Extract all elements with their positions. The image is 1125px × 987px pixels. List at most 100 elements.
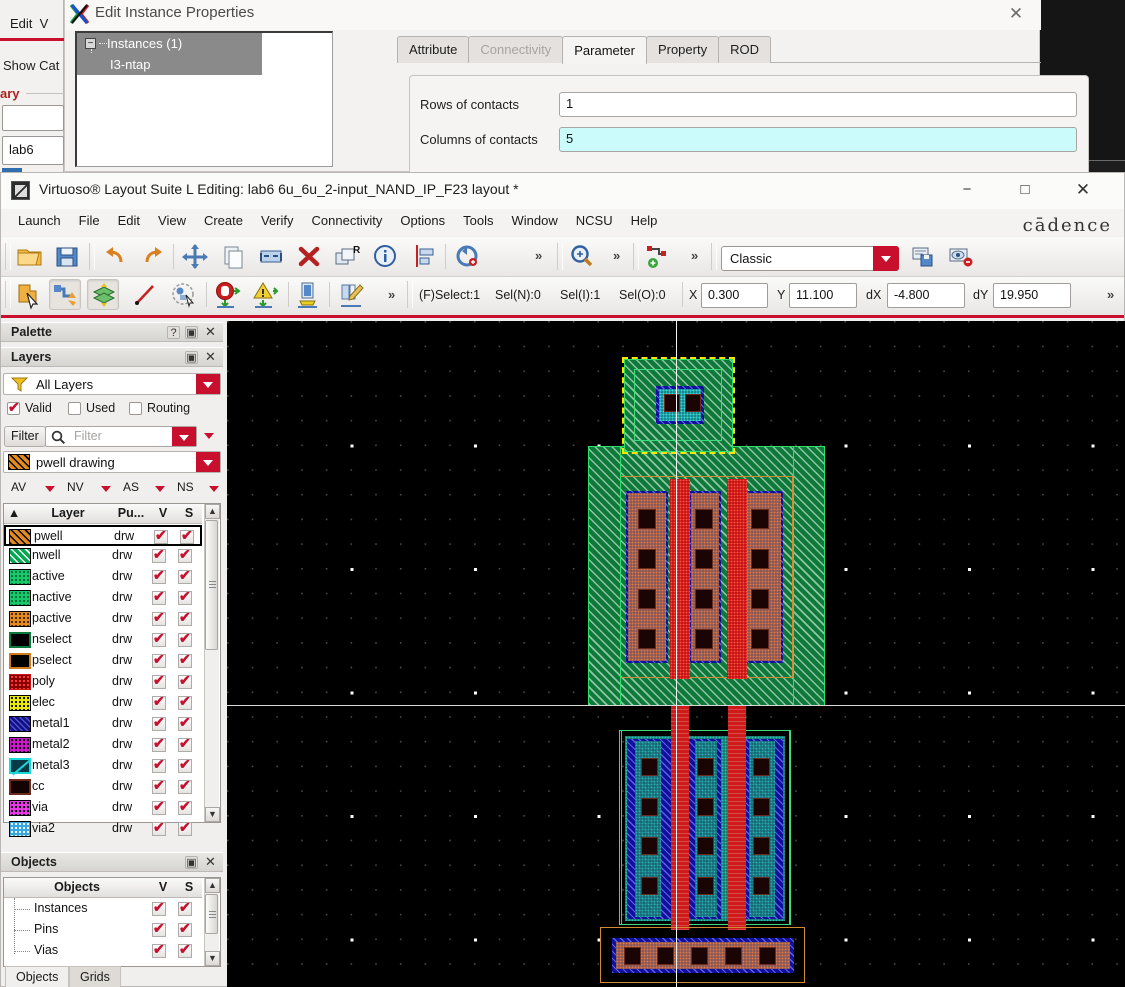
objects-col-v[interactable]: V (150, 878, 176, 898)
layer-s-checkbox[interactable] (178, 798, 192, 815)
layers-col-s[interactable]: S (176, 504, 202, 524)
instances-tree[interactable]: Instances (1) − I3-ntap (75, 31, 333, 167)
close-button[interactable]: ✕ (1060, 173, 1106, 207)
layer-v-checkbox[interactable] (152, 693, 166, 710)
palette-undock-icon[interactable]: ▣ (185, 326, 198, 339)
valid-checkbox[interactable] (7, 399, 20, 416)
sort-av-dropdown-icon[interactable] (45, 486, 55, 492)
layer-s-checkbox[interactable] (178, 714, 192, 731)
layers-col-v[interactable]: V (150, 504, 176, 524)
object-v-checkbox[interactable] (152, 899, 166, 916)
table-row[interactable]: metal1 drw (4, 714, 202, 735)
objects-table[interactable]: Objects V S Instances Pins Vias (3, 877, 221, 967)
layers-close-icon[interactable]: ✕ (204, 350, 217, 364)
toolbar-overflow-1[interactable]: » (535, 248, 542, 263)
coord-x-input[interactable]: 0.300 (701, 283, 768, 308)
warning-hierarchy-icon[interactable] (249, 279, 281, 310)
layers-scrollbar[interactable]: ▲ ▼ (204, 504, 220, 822)
layer-s-checkbox[interactable] (178, 756, 192, 773)
sort-as-label[interactable]: AS (123, 480, 139, 494)
toolbar-grip-1[interactable] (5, 243, 11, 270)
object-v-checkbox[interactable] (152, 920, 166, 937)
layer-s-checkbox[interactable] (180, 527, 194, 544)
objects-col-s[interactable]: S (176, 878, 202, 898)
stretch-icon[interactable] (255, 241, 287, 272)
layers-scroll-up-icon[interactable]: ▲ (205, 504, 220, 519)
coord-y-input[interactable]: 11.100 (789, 283, 857, 308)
toolbar-grip-2[interactable] (89, 243, 95, 270)
align-icon[interactable] (407, 241, 439, 272)
sort-av-label[interactable]: AV (11, 480, 26, 494)
layers-col-layer[interactable]: Layer (24, 504, 112, 524)
table-row[interactable]: cc drw (4, 777, 202, 798)
partial-select-icon[interactable] (49, 279, 81, 310)
layer-s-checkbox[interactable] (178, 546, 192, 563)
menu-tools[interactable]: Tools (454, 209, 502, 236)
objects-scrollbar[interactable]: ▲ ▼ (204, 878, 220, 966)
table-row[interactable]: nactive drw (4, 588, 202, 609)
layer-v-checkbox[interactable] (152, 714, 166, 731)
current-layer-dropdown-icon[interactable] (196, 452, 220, 472)
copy-icon[interactable] (217, 241, 249, 272)
open-folder-icon[interactable] (13, 241, 45, 272)
menu-launch[interactable]: Launch (9, 209, 70, 236)
layers-undock-icon[interactable]: ▣ (185, 351, 198, 364)
bg-menu-view[interactable]: V (40, 16, 49, 31)
toolbar-grip-5[interactable] (711, 243, 717, 270)
all-layers-combo[interactable]: All Layers (3, 373, 221, 395)
bg-field-empty[interactable] (2, 105, 64, 131)
descend-icon[interactable] (291, 279, 323, 310)
menu-edit[interactable]: Edit (109, 209, 149, 236)
menu-help[interactable]: Help (622, 209, 667, 236)
properties-info-icon[interactable] (369, 241, 401, 272)
create-instance-icon[interactable] (641, 241, 673, 272)
layer-v-checkbox[interactable] (152, 567, 166, 584)
toolbar-overflow-3[interactable]: » (691, 248, 698, 263)
object-s-checkbox[interactable] (178, 899, 192, 916)
layers-sort-arrow-icon[interactable]: ▲ (4, 504, 24, 524)
objects-col-objects[interactable]: Objects (4, 878, 150, 898)
objects-scroll-down-icon[interactable]: ▼ (205, 951, 220, 966)
table-row[interactable]: via drw (4, 798, 202, 819)
objects-undock-icon[interactable]: ▣ (185, 856, 198, 869)
toolbar-overflow-2[interactable]: » (613, 248, 620, 263)
bg-lib-value-field[interactable]: lab6 (2, 136, 64, 165)
delete-icon[interactable] (293, 241, 325, 272)
filter-extra-dropdown-icon[interactable] (204, 433, 214, 439)
sort-nv-dropdown-icon[interactable] (101, 486, 111, 492)
layer-s-checkbox[interactable] (178, 651, 192, 668)
ruler-icon[interactable] (129, 279, 161, 310)
layout-canvas[interactable] (227, 321, 1125, 987)
view-mode-combo[interactable]: Classic (721, 246, 899, 271)
redo-icon[interactable] (137, 241, 169, 272)
toolbar-overflow-4[interactable]: » (388, 287, 395, 302)
minimize-button[interactable]: − (944, 173, 990, 207)
layer-s-checkbox[interactable] (178, 777, 192, 794)
selection-box[interactable] (622, 357, 735, 454)
objects-scroll-up-icon[interactable]: ▲ (205, 878, 220, 893)
filter-input-wrap[interactable]: Filter (45, 426, 197, 447)
toolbar-grip-7[interactable] (407, 281, 413, 308)
layer-v-checkbox[interactable] (152, 630, 166, 647)
undo-selection-icon[interactable] (451, 241, 483, 272)
menu-options[interactable]: Options (391, 209, 454, 236)
layer-s-checkbox[interactable] (178, 693, 192, 710)
tab-rod[interactable]: ROD (718, 36, 771, 63)
zoom-icon[interactable] (565, 241, 597, 272)
tab-grids[interactable]: Grids (69, 966, 121, 987)
table-row[interactable]: poly drw (4, 672, 202, 693)
menu-ncsu[interactable]: NCSU (567, 209, 622, 236)
object-v-checkbox[interactable] (152, 941, 166, 958)
layer-s-checkbox[interactable] (178, 588, 192, 605)
table-row[interactable]: elec drw (4, 693, 202, 714)
used-checkbox[interactable] (68, 402, 81, 415)
palette-help-icon[interactable]: ? (167, 326, 180, 339)
filter-dropdown-icon[interactable] (172, 427, 196, 446)
layer-s-checkbox[interactable] (178, 819, 192, 836)
bg-menu[interactable]: Edit V (10, 16, 48, 31)
layer-v-checkbox[interactable] (152, 756, 166, 773)
object-s-checkbox[interactable] (178, 941, 192, 958)
save-layout-icon[interactable] (907, 241, 939, 272)
tab-property[interactable]: Property (645, 36, 720, 63)
current-layer-row[interactable]: pwell drawing (3, 451, 221, 473)
